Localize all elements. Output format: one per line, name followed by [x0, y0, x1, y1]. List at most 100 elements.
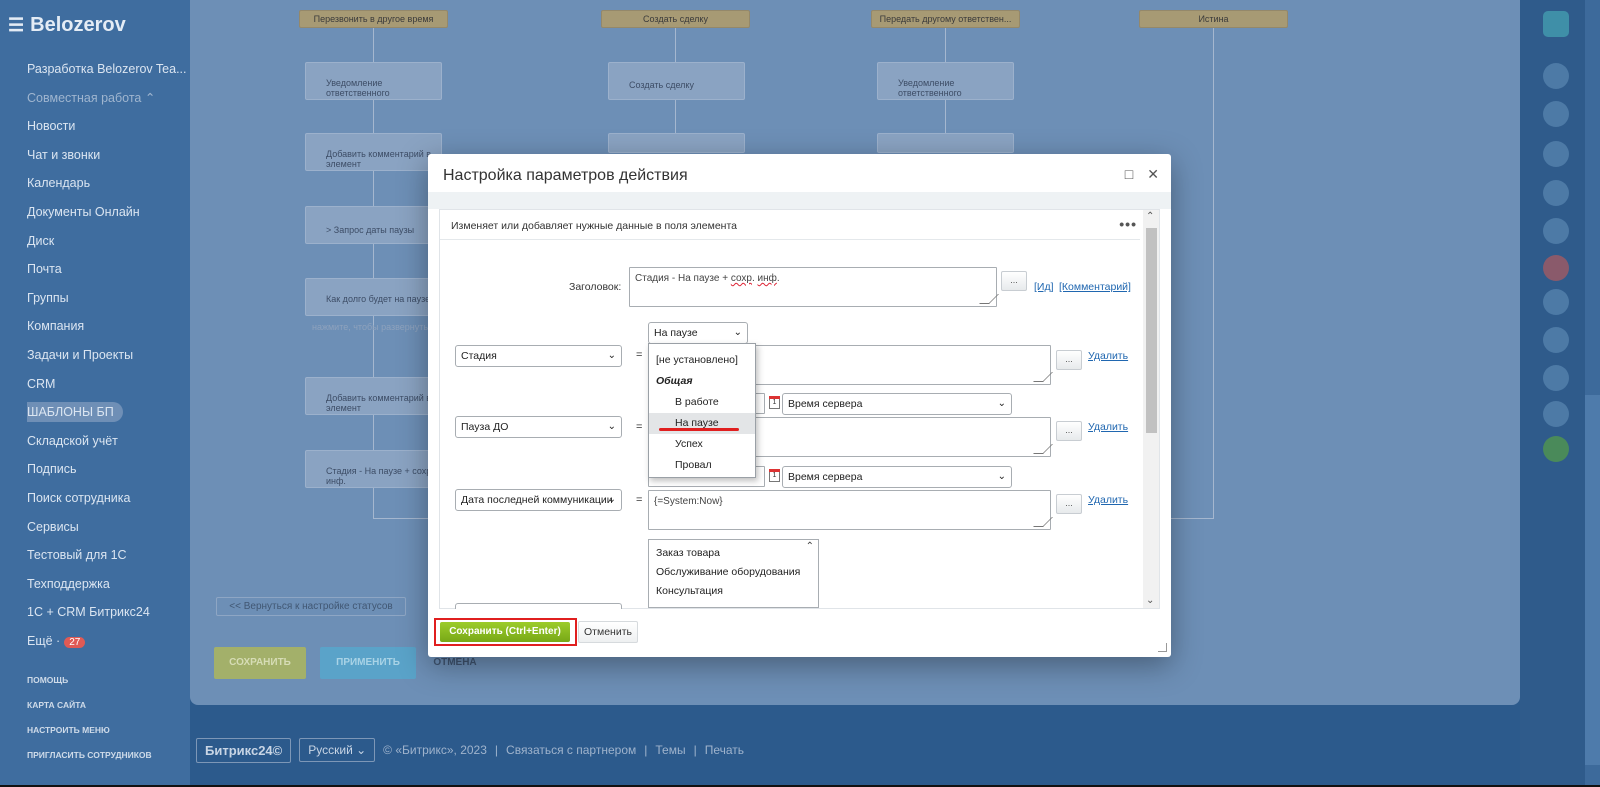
flow-action-card[interactable]: Уведомление ответственного — [877, 62, 1014, 100]
avatar[interactable] — [1543, 327, 1569, 353]
flow-action-card[interactable]: Добавить комментарий в элемент — [305, 133, 442, 171]
list-option[interactable]: Консультация — [649, 582, 818, 601]
sidebar-item[interactable]: Поиск сотрудника — [27, 484, 187, 513]
dropdown-option[interactable]: Успех — [649, 434, 755, 455]
insert-value-button[interactable]: ... — [1056, 421, 1082, 441]
search-icon[interactable] — [1543, 141, 1569, 167]
flow-action-card[interactable]: > Запрос даты паузы — [305, 206, 442, 244]
insert-value-button[interactable]: ... — [1056, 494, 1082, 514]
list-option[interactable]: Обслуживание оборудования — [649, 563, 818, 582]
flow-branch-header[interactable]: Перезвонить в другое время — [299, 10, 448, 28]
calendar-icon[interactable]: 1 — [769, 396, 780, 409]
maximize-icon[interactable]: □ — [1125, 166, 1133, 183]
delete-link[interactable]: Удалить — [1088, 350, 1128, 362]
timezone-select[interactable]: Время сервера ⌄ — [782, 466, 1012, 488]
sidebar-item[interactable]: Разработка Belozerov Tea... — [27, 55, 187, 84]
sidebar-item[interactable]: Компания — [27, 312, 187, 341]
sidebar-item[interactable]: Задачи и Проекты — [27, 341, 187, 370]
dialog-resize-handle[interactable] — [1158, 643, 1167, 652]
title-field[interactable]: Стадия - На паузе + сохр. инф. — [629, 267, 999, 307]
page-apply-button[interactable]: ПРИМЕНИТЬ — [320, 647, 416, 679]
resize-grip[interactable] — [979, 294, 999, 304]
sidebar-item[interactable]: Сервисы — [27, 513, 187, 542]
flow-branch-header[interactable]: Передать другому ответствен... — [871, 10, 1020, 28]
delete-link[interactable]: Удалить — [1088, 494, 1128, 506]
flow-action-card[interactable]: Создать сделку — [608, 62, 745, 100]
sidebar-item[interactable]: Подпись — [27, 455, 187, 484]
help-icon[interactable] — [1543, 11, 1569, 37]
notifications-icon[interactable] — [1543, 63, 1569, 89]
settings-icon[interactable] — [1543, 101, 1569, 127]
help-link[interactable]: ПОМОЩЬ — [27, 668, 152, 693]
flow-action-card[interactable] — [877, 133, 1014, 153]
scrollbar-thumb[interactable] — [1146, 228, 1157, 433]
sidebar-item[interactable]: Документы Онлайн — [27, 198, 187, 227]
avatar[interactable] — [1543, 401, 1569, 427]
flow-condition-card[interactable]: Как долго будет на паузе? — [305, 278, 442, 316]
flow-action-card[interactable]: Добавить комментарий в элемент — [305, 377, 442, 415]
avatar[interactable] — [1543, 218, 1569, 244]
timezone-select[interactable]: Время сервера ⌄ — [782, 393, 1012, 415]
sidebar-item[interactable]: Диск — [27, 227, 187, 256]
print-link[interactable]: Печать — [705, 743, 744, 757]
page-save-button[interactable]: СОХРАНИТЬ — [214, 647, 306, 679]
sidebar-item[interactable]: Складской учёт — [27, 427, 187, 456]
menu-burger-icon[interactable]: ☰ — [8, 15, 24, 35]
insert-value-button[interactable]: ... — [1001, 271, 1027, 291]
avatar[interactable] — [1543, 365, 1569, 391]
sidebar-item[interactable]: Техподдержка — [27, 570, 187, 599]
chat-icon[interactable] — [1543, 180, 1569, 206]
group-icon[interactable] — [1543, 289, 1569, 315]
delete-link[interactable]: Удалить — [1088, 421, 1128, 433]
sidebar-item[interactable]: Тестовый для 1С — [27, 541, 187, 570]
stage-dropdown-list[interactable]: [не установлено] Общая В работе На паузе… — [648, 343, 756, 478]
dialog-scrollbar[interactable]: ⌃ ⌄ — [1143, 210, 1159, 608]
avatar[interactable] — [1543, 436, 1569, 462]
close-icon[interactable]: ✕ — [1147, 166, 1159, 183]
list-option[interactable]: Заказ товара — [649, 544, 818, 563]
dropdown-option[interactable]: Провал — [649, 455, 755, 476]
avatar[interactable] — [1543, 255, 1569, 281]
sidebar-item-more[interactable]: Ещё · 27 — [27, 627, 187, 656]
sidebar-item[interactable]: Совместная работа ⌃ — [27, 84, 187, 113]
listbox-scroll-up-icon[interactable]: ⌃ — [806, 541, 814, 552]
resize-grip[interactable] — [1033, 517, 1053, 527]
id-link[interactable]: [Ид] — [1034, 281, 1054, 293]
sitemap-link[interactable]: КАРТА САЙТА — [27, 693, 152, 718]
flow-action-card[interactable] — [608, 133, 745, 153]
scroll-down-icon[interactable]: ⌄ — [1146, 595, 1154, 606]
comment-link[interactable]: [Комментарий] — [1059, 281, 1131, 293]
field-select-last-contact[interactable]: Дата последней коммуникации ⌄ — [455, 489, 622, 511]
configure-menu-link[interactable]: НАСТРОИТЬ МЕНЮ — [27, 718, 152, 743]
calendar-icon[interactable]: 1 — [769, 469, 780, 482]
resize-grip[interactable] — [1033, 372, 1053, 382]
themes-link[interactable]: Темы — [655, 743, 685, 757]
invite-employees-link[interactable]: ПРИГЛАСИТЬ СОТРУДНИКОВ — [27, 743, 152, 768]
sidebar-item[interactable]: Почта — [27, 255, 187, 284]
page-scrollbar-thumb[interactable] — [1585, 395, 1600, 765]
save-button[interactable]: Сохранить (Ctrl+Enter) — [440, 622, 570, 642]
dropdown-option[interactable]: [не установлено] — [649, 350, 755, 371]
language-select[interactable]: Русский ⌄ — [299, 738, 376, 762]
flow-action-card[interactable]: Стадия - На паузе + сохр. инф. — [305, 450, 442, 488]
contact-partner-link[interactable]: Связаться с партнером — [506, 743, 636, 757]
sidebar-item[interactable]: Чат и звонки — [27, 141, 187, 170]
flow-branch-header[interactable]: Создать сделку — [601, 10, 750, 28]
sidebar-item[interactable]: Календарь — [27, 169, 187, 198]
sidebar-item-active[interactable]: ШАБЛОНЫ БП — [27, 398, 187, 427]
insert-value-button[interactable]: ... — [1056, 350, 1082, 370]
back-to-statuses-button[interactable]: << Вернуться к настройке статусов — [216, 597, 406, 616]
dropdown-option[interactable]: В работе — [649, 392, 755, 413]
field-select-stage[interactable]: Стадия ⌄ — [455, 345, 622, 367]
more-options-icon[interactable]: ••• — [1119, 216, 1137, 232]
field-select-partial[interactable] — [455, 603, 622, 609]
field-select-pause-until[interactable]: Пауза ДО ⌄ — [455, 416, 622, 438]
sidebar-item[interactable]: Новости — [27, 112, 187, 141]
last-contact-value-field[interactable]: {=System:Now} — [648, 490, 1053, 530]
sidebar-item[interactable]: Группы — [27, 284, 187, 313]
cancel-button[interactable]: Отменить — [578, 621, 638, 643]
sidebar-item[interactable]: 1С + CRM Битрикс24 — [27, 598, 187, 627]
flow-branch-header[interactable]: Истина — [1139, 10, 1288, 28]
page-scrollbar[interactable] — [1585, 0, 1600, 787]
stage-value-select[interactable]: На паузе ⌄ — [648, 322, 748, 344]
